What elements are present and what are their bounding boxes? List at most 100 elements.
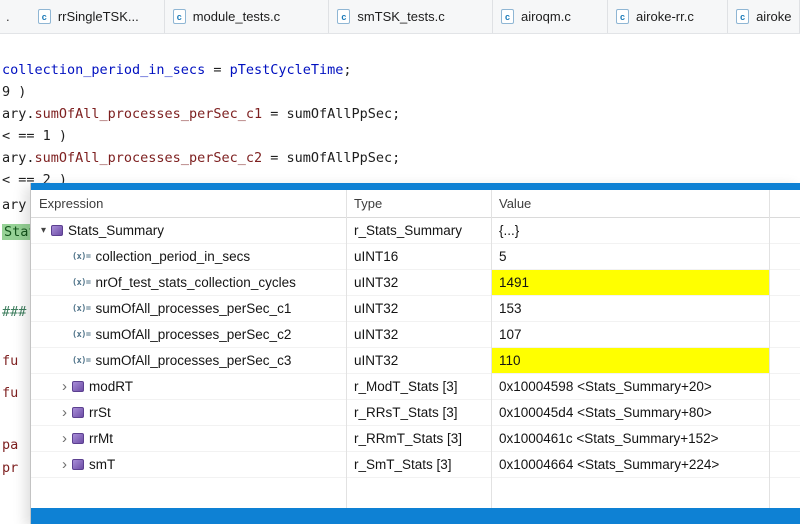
variable-row[interactable]: ›modRTr_ModT_Stats [3]0x10004598 <Stats_… [31, 374, 800, 400]
variable-row[interactable]: ▾ Stats_Summary r_Stats_Summary{...} [31, 218, 800, 244]
expressions-popup: ExpressionTypeValue ▾ Stats_Summary r_Stat… [30, 183, 800, 524]
struct-icon [72, 381, 84, 392]
type-cell: uINT32 [346, 348, 491, 373]
column-grid-line [491, 190, 492, 508]
code-fragment[interactable]: ### [2, 303, 26, 321]
code-segment: collection_period_in_secs [2, 62, 205, 78]
tab-label: module_tests.c [193, 9, 280, 24]
expand-arrow-icon[interactable]: › [57, 431, 72, 446]
code-line[interactable]: ary.sumOfAll_processes_perSec_c1 = sumOf… [2, 105, 400, 123]
value-cell-changed: 1491 [491, 270, 769, 295]
row-extra-cell [769, 296, 800, 321]
value-cell: 153 [491, 296, 769, 321]
expression-cell: › rrSt [31, 400, 346, 425]
variable-row[interactable]: (x)=collection_period_in_secsuINT165 [31, 244, 800, 270]
value-cell: 0x10004664 <Stats_Summary+224> [491, 452, 769, 477]
type-cell: uINT32 [346, 270, 491, 295]
column-header-value[interactable]: Value [491, 190, 769, 217]
code-fragment[interactable]: pr [2, 459, 18, 477]
expression-name: sumOfAll_processes_perSec_c2 [95, 327, 291, 342]
expression-name: rrSt [89, 405, 111, 420]
tree-indent [31, 334, 57, 335]
tree-indent [31, 282, 57, 283]
column-header-expression[interactable]: Expression [31, 190, 346, 217]
struct-icon [72, 433, 84, 444]
struct-icon [51, 225, 63, 236]
row-extra-cell [769, 400, 800, 425]
code-segment: sumOfAll_processes_perSec_c2 [35, 150, 263, 166]
c-file-icon: c [173, 9, 186, 24]
variable-row[interactable]: (x)=nrOf_test_stats_collection_cyclesuIN… [31, 270, 800, 296]
expression-name: collection_period_in_secs [95, 249, 250, 264]
expression-cell: (x)=sumOfAll_processes_perSec_c2 [31, 322, 346, 347]
code-fragment[interactable]: ary [2, 196, 26, 214]
row-extra-cell [769, 322, 800, 347]
code-fragment[interactable]: fu [2, 352, 18, 370]
editor-tab[interactable]: csmTSK_tests.c [329, 0, 493, 33]
c-file-icon: c [616, 9, 629, 24]
c-file-icon: c [736, 9, 749, 24]
column-grid-line [346, 190, 347, 508]
editor-tab[interactable]: c module_tests.c [165, 0, 330, 33]
editor-tab[interactable]: crrSingleTSK... [30, 0, 165, 33]
editor-tab[interactable]: cairoke [728, 0, 800, 33]
variable-row[interactable]: ›rrMtr_RRmT_Stats [3]0x1000461c <Stats_S… [31, 426, 800, 452]
tree-indent [31, 256, 57, 257]
popup-bottom-bar [31, 508, 800, 524]
code-line[interactable]: 9 ) [2, 83, 26, 101]
code-fragment[interactable]: pa [2, 436, 18, 454]
value-cell-changed: 110 [491, 348, 769, 373]
editor-tab[interactable]: c airoke-rr.c [608, 0, 728, 33]
variable-icon: (x)= [72, 252, 90, 262]
tree-indent [31, 412, 57, 413]
type-cell: r_ModT_Stats [3] [346, 374, 491, 399]
value-cell: {...} [491, 218, 769, 243]
code-segment: ary [2, 197, 26, 213]
code-segment: fu [2, 353, 18, 369]
code-line[interactable]: ary.sumOfAll_processes_perSec_c2 = sumOf… [2, 149, 400, 167]
row-extra-cell [769, 244, 800, 269]
editor-tabs: crrSingleTSK...cmodule_tests.ccsmTSK_tes… [30, 0, 800, 33]
struct-icon [72, 407, 84, 418]
variable-icon: (x)= [72, 278, 90, 288]
variable-row[interactable]: ›smTr_SmT_Stats [3]0x10004664 <Stats_Sum… [31, 452, 800, 478]
expression-cell: (x)=sumOfAll_processes_perSec_c3 [31, 348, 346, 373]
row-extra-cell [769, 426, 800, 451]
tab-label: rrSingleTSK... [58, 9, 139, 24]
tree-indent [31, 464, 57, 465]
code-segment: ### [2, 304, 26, 320]
variable-row[interactable]: (x)=sumOfAll_processes_perSec_c1uINT3215… [31, 296, 800, 322]
code-fragment[interactable]: fu [2, 384, 18, 402]
expression-name: sumOfAll_processes_perSec_c1 [95, 301, 291, 316]
expression-name: smT [89, 457, 115, 472]
tree-indent [31, 308, 57, 309]
expression-name: Stats_Summary [68, 223, 164, 238]
variable-row[interactable]: (x)=sumOfAll_processes_perSec_c2uINT3210… [31, 322, 800, 348]
editor-tab[interactable]: cairoqm.c [493, 0, 608, 33]
code-line[interactable]: < == 1 ) [2, 127, 67, 145]
grid-header: ExpressionTypeValue [31, 190, 800, 218]
editor-tab-bar: . crrSingleTSK...cmodule_tests.ccsmTSK_t… [0, 0, 800, 34]
code-line[interactable]: collection_period_in_secs = pTestCycleTi… [2, 61, 352, 79]
type-cell: uINT32 [346, 296, 491, 321]
tab-label: airoke [756, 9, 791, 24]
type-cell: r_Stats_Summary [346, 218, 491, 243]
column-header-type[interactable]: Type [346, 190, 491, 217]
expression-cell: › smT [31, 452, 346, 477]
tab-label: smTSK_tests.c [357, 9, 444, 24]
expand-arrow-icon[interactable]: › [57, 405, 72, 420]
code-segment: = sumOfAllPpSec; [262, 150, 400, 166]
expand-arrow-icon[interactable]: › [57, 457, 72, 472]
collapse-arrow-icon[interactable]: ▾ [36, 225, 51, 236]
type-cell: uINT16 [346, 244, 491, 269]
popup-top-bar [31, 183, 800, 190]
expand-arrow-icon[interactable]: › [57, 379, 72, 394]
tab-label: airoke-rr.c [636, 9, 694, 24]
code-segment: pr [2, 460, 18, 476]
variable-row[interactable]: ›rrStr_RRsT_Stats [3]0x100045d4 <Stats_S… [31, 400, 800, 426]
struct-icon [72, 459, 84, 470]
expression-cell: ▾ Stats_Summary [31, 218, 346, 243]
tab-overflow-label[interactable]: . [0, 0, 30, 33]
variable-row[interactable]: (x)=sumOfAll_processes_perSec_c3uINT3211… [31, 348, 800, 374]
type-cell: uINT32 [346, 322, 491, 347]
